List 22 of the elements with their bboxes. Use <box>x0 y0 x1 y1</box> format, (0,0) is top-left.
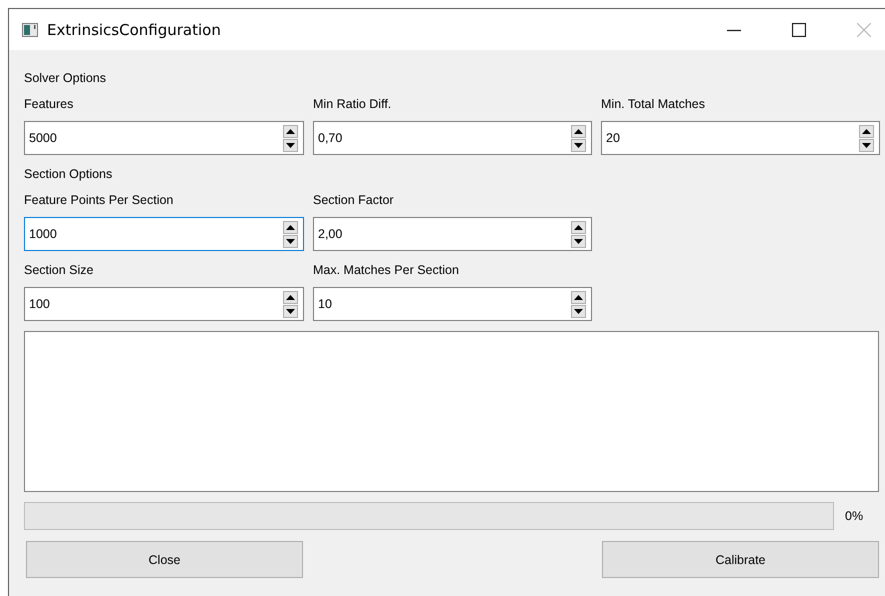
spin-box[interactable]: 0,70 <box>313 121 592 155</box>
field-label: Feature Points Per Section <box>24 192 174 208</box>
spin-box[interactable]: 5000 <box>24 121 304 155</box>
group-title: Solver Options <box>24 70 107 86</box>
spin-box[interactable]: 2,00 <box>313 217 592 251</box>
field-label: Min. Total Matches <box>601 96 705 112</box>
spin-box[interactable]: 100 <box>24 287 304 321</box>
group-title: Section Options <box>24 166 114 182</box>
spin-box[interactable]: 1000 <box>24 217 304 251</box>
progress-reading: 0% <box>845 509 864 523</box>
window-icon <box>22 22 38 36</box>
maximize-icon[interactable] <box>792 22 806 36</box>
field-label: Max. Matches Per Section <box>313 262 459 278</box>
field-label: Features <box>24 96 74 112</box>
calibrate-button[interactable]: Calibrate <box>602 541 879 578</box>
field-label: Min Ratio Diff. <box>313 96 392 112</box>
field-label: Section Factor <box>313 192 394 208</box>
window-title: ExtrinsicsConfiguration <box>47 20 221 38</box>
field-label: Section Size <box>24 262 94 278</box>
spin-box[interactable]: 10 <box>313 287 592 321</box>
close-button[interactable]: Close <box>26 541 303 578</box>
spin-box[interactable]: 20 <box>601 121 880 155</box>
